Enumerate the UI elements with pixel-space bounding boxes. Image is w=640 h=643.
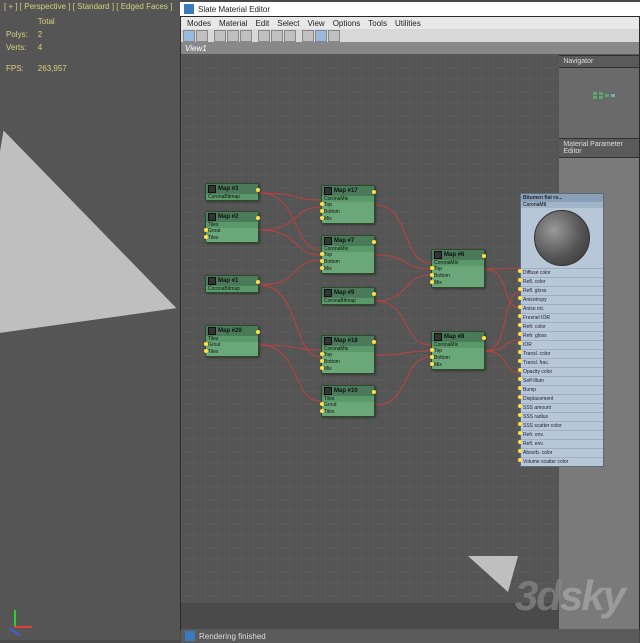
menu-material[interactable]: Material [219, 19, 247, 28]
material-slot[interactable]: Opacity color [521, 367, 603, 376]
material-preview [534, 210, 590, 266]
tool-pick[interactable] [196, 30, 208, 42]
material-type: CoronaMtl [521, 202, 603, 208]
material-slot[interactable]: Displacement [521, 394, 603, 403]
watermark: 3dsky [515, 572, 624, 620]
menu-utilities[interactable]: Utilities [395, 19, 421, 28]
material-slot[interactable]: Aniso rot. [521, 304, 603, 313]
material-slot[interactable]: Transl. frac. [521, 358, 603, 367]
tool-backlight[interactable] [284, 30, 296, 42]
material-slot[interactable]: Transl. color [521, 349, 603, 358]
map-node[interactable]: Map #6CoronaMixTopBottomMix [431, 249, 485, 288]
node-graph[interactable]: Map #3CoronaBitmap Map #2TilesGroutTiles M… [181, 55, 559, 603]
tool-children[interactable] [328, 30, 340, 42]
viewport-label[interactable]: [ + ] [ Perspective ] [ Standard ] [ Edg… [4, 2, 172, 11]
map-node[interactable]: Map #9CoronaBitmap [321, 287, 375, 305]
toolbar [181, 29, 639, 43]
tool-layall[interactable] [315, 30, 327, 42]
map-node[interactable]: Map #2TilesGroutTiles [205, 211, 259, 243]
navigator-header: Navigator [559, 55, 639, 68]
map-node[interactable]: Map #10TilesGroutTiles [321, 385, 375, 417]
view-tab[interactable]: View1 [181, 43, 639, 55]
material-slot[interactable]: SSS scatter color [521, 421, 603, 430]
tool-delete[interactable] [227, 30, 239, 42]
material-slot[interactable]: Bump [521, 385, 603, 394]
map-node[interactable]: Map #20TilesGroutTiles [205, 325, 259, 357]
editor-title: Slate Material Editor [198, 5, 270, 14]
material-slot[interactable]: IOR [521, 340, 603, 349]
viewport-mesh [0, 103, 202, 338]
material-node[interactable]: Bitumen flat ro... CoronaMtl Diffuse col… [520, 193, 604, 467]
viewport-panel: [ + ] [ Perspective ] [ Standard ] [ Edg… [0, 0, 180, 640]
menu-bar: Modes Material Edit Select View Options … [181, 17, 639, 29]
material-slot[interactable]: SSS amount [521, 403, 603, 412]
material-slot[interactable]: Refl. env. [521, 439, 603, 448]
status-text: Rendering finished [199, 632, 266, 641]
material-slot[interactable]: Absorb. color [521, 448, 603, 457]
map-node[interactable]: Map #3CoronaBitmap [205, 183, 259, 201]
editor-icon [184, 4, 194, 14]
slate-material-editor: Modes Material Edit Select View Options … [180, 16, 640, 630]
material-slot[interactable]: Diffuse color [521, 268, 603, 277]
map-node[interactable]: Map #18CoronaMixTopBottomMix [321, 335, 375, 374]
tool-show[interactable] [258, 30, 270, 42]
navigator-view[interactable] [559, 68, 639, 138]
status-bar: Rendering finished [181, 629, 639, 643]
menu-options[interactable]: Options [333, 19, 361, 28]
menu-edit[interactable]: Edit [255, 19, 269, 28]
tool-select[interactable] [183, 30, 195, 42]
tool-background[interactable] [271, 30, 283, 42]
menu-view[interactable]: View [308, 19, 325, 28]
material-slot[interactable]: Anisotropy [521, 295, 603, 304]
tool-move[interactable] [240, 30, 252, 42]
axis-gizmo[interactable] [8, 604, 36, 632]
map-node[interactable]: Map #17CoronaMixTopBottomMix [321, 185, 375, 224]
material-slot[interactable]: SSS radius [521, 412, 603, 421]
menu-select[interactable]: Select [277, 19, 299, 28]
material-slot[interactable]: Refl. gloss [521, 286, 603, 295]
editor-titlebar: Slate Material Editor [180, 2, 640, 16]
material-slot[interactable]: Volume scatter color [521, 457, 603, 466]
tool-assign[interactable] [214, 30, 226, 42]
material-title: Bitumen flat ro... [521, 194, 603, 202]
material-slot[interactable]: Refr. gloss [521, 331, 603, 340]
param-editor-header: Material Parameter Editor [559, 138, 639, 158]
material-slot[interactable]: Self-Illum [521, 376, 603, 385]
map-node[interactable]: Map #1CoronaBitmap [205, 275, 259, 293]
material-slot[interactable]: Refr. env. [521, 430, 603, 439]
map-node[interactable]: Map #7CoronaMixTopBottomMix [321, 235, 375, 274]
tool-layout[interactable] [302, 30, 314, 42]
material-slot[interactable]: Fresnel IOR [521, 313, 603, 322]
watermark-tri [468, 556, 518, 592]
menu-modes[interactable]: Modes [187, 19, 211, 28]
material-slot[interactable]: Refr. color [521, 322, 603, 331]
map-node[interactable]: Map #8CoronaMixTopBottomMix [431, 331, 485, 370]
scene-stats: Total Polys:2 Verts:4 FPS:263,957 [4, 14, 77, 76]
material-slot[interactable]: Refl. color [521, 277, 603, 286]
menu-tools[interactable]: Tools [368, 19, 387, 28]
